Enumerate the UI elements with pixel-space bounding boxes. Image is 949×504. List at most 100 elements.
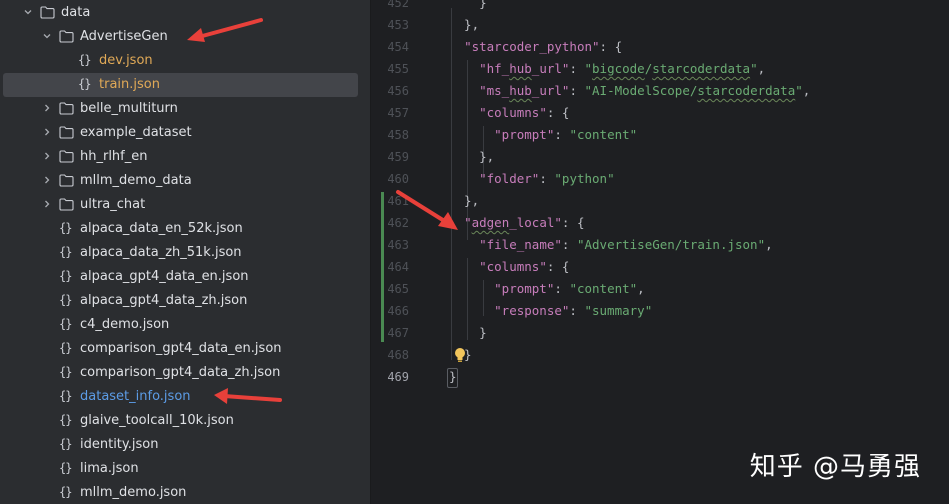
line-number: 455	[387, 62, 409, 76]
json-file-icon: {}	[59, 413, 72, 427]
code-line[interactable]: "columns": {	[449, 102, 569, 124]
tree-item-label: alpaca_gpt4_data_en.json	[80, 269, 249, 284]
code-line[interactable]: },	[449, 14, 479, 36]
line-number: 468	[387, 348, 409, 362]
line-number: 454	[387, 40, 409, 54]
line-number: 464	[387, 260, 409, 274]
json-file-icon: {}	[78, 53, 91, 67]
tree-item-label: example_dataset	[80, 125, 192, 140]
folder-icon	[59, 198, 74, 212]
tree-item-identity-json[interactable]: {} identity.json	[0, 433, 370, 457]
code-line[interactable]: "file_name": "AdvertiseGen/train.json",	[449, 234, 773, 256]
line-number: 453	[387, 18, 409, 32]
tree-item-dev-json[interactable]: {} dev.json	[0, 49, 370, 73]
code-line[interactable]: "hf_hub_url": "bigcode/starcoderdata",	[449, 58, 765, 80]
tree-item-alpaca-gpt4-data-zh-json[interactable]: {} alpaca_gpt4_data_zh.json	[0, 289, 370, 313]
tree-item-glaive-toolcall-10k-json[interactable]: {} glaive_toolcall_10k.json	[0, 409, 370, 433]
folder-icon	[59, 30, 74, 44]
tree-item-label: identity.json	[80, 437, 159, 452]
line-number: 456	[387, 84, 409, 98]
code-line[interactable]: "folder": "python"	[449, 168, 615, 190]
json-file-icon: {}	[59, 317, 72, 331]
folder-icon	[59, 174, 74, 188]
code-line[interactable]: "columns": {	[449, 256, 569, 278]
json-file-icon: {}	[59, 341, 72, 355]
tree-item-alpaca-data-zh-51k-json[interactable]: {} alpaca_data_zh_51k.json	[0, 241, 370, 265]
json-file-icon: {}	[59, 269, 72, 283]
line-number: 458	[387, 128, 409, 142]
chevron-right-icon[interactable]	[41, 198, 53, 210]
code-line[interactable]: },	[449, 146, 494, 168]
tree-item-c4-demo-json[interactable]: {} c4_demo.json	[0, 313, 370, 337]
chevron-right-icon[interactable]	[41, 126, 53, 138]
chevron-right-icon[interactable]	[41, 102, 53, 114]
code-editor[interactable]: 452 } 453 }, 454 "starcoder_python": {455 …	[371, 0, 949, 504]
tree-item-label: belle_multiturn	[80, 101, 178, 116]
json-file-icon: {}	[59, 365, 72, 379]
tree-item-label: mllm_demo.json	[80, 485, 187, 500]
chevron-down-icon[interactable]	[41, 30, 53, 42]
tree-item-label: hh_rlhf_en	[80, 149, 148, 164]
tree-item-hh-rlhf-en[interactable]: hh_rlhf_en	[0, 145, 370, 169]
tree-item-train-json[interactable]: {} train.json	[0, 73, 370, 97]
json-file-icon: {}	[59, 437, 72, 451]
chevron-right-icon[interactable]	[41, 150, 53, 162]
tree-item-comparison-gpt4-data-en-json[interactable]: {} comparison_gpt4_data_en.json	[0, 337, 370, 361]
tree-item-label: AdvertiseGen	[80, 29, 168, 44]
code-line[interactable]: }	[449, 322, 487, 344]
chevron-down-icon[interactable]	[22, 6, 34, 18]
json-file-icon: {}	[59, 461, 72, 475]
json-file-icon: {}	[59, 221, 72, 235]
tree-item-comparison-gpt4-data-zh-json[interactable]: {} comparison_gpt4_data_zh.json	[0, 361, 370, 385]
tree-item-label: dataset_info.json	[80, 389, 191, 404]
json-file-icon: {}	[59, 245, 72, 259]
json-file-icon: {}	[59, 389, 72, 403]
project-tree: data AdvertiseGen {} dev.json {} train.json be…	[0, 0, 370, 504]
tree-item-lima-json[interactable]: {} lima.json	[0, 457, 370, 481]
code-line[interactable]: "adgen_local": {	[449, 212, 584, 234]
tree-item-mllm-demo-data[interactable]: mllm_demo_data	[0, 169, 370, 193]
folder-icon	[59, 150, 74, 164]
tree-item-mllm-demo-json[interactable]: {} mllm_demo.json	[0, 481, 370, 504]
tree-item-label: glaive_toolcall_10k.json	[80, 413, 234, 428]
json-file-icon: {}	[59, 485, 72, 499]
json-file-icon: {}	[59, 293, 72, 307]
tree-item-dataset-info-json[interactable]: {} dataset_info.json	[0, 385, 370, 409]
line-number: 467	[387, 326, 409, 340]
code-line[interactable]: }	[449, 0, 487, 14]
line-number: 466	[387, 304, 409, 318]
line-number: 459	[387, 150, 409, 164]
json-file-icon: {}	[78, 77, 91, 91]
folder-icon	[59, 102, 74, 116]
tree-item-label: c4_demo.json	[80, 317, 170, 332]
tree-item-label: lima.json	[80, 461, 139, 476]
line-number: 463	[387, 238, 409, 252]
line-number: 465	[387, 282, 409, 296]
lightbulb-icon[interactable]	[454, 347, 466, 363]
code-line[interactable]: "starcoder_python": {	[449, 36, 622, 58]
matched-bracket-highlight	[447, 368, 458, 388]
tree-item-label: data	[61, 5, 91, 20]
line-number: 452	[387, 0, 409, 10]
tree-item-label: alpaca_data_zh_51k.json	[80, 245, 242, 260]
tree-item-label: ultra_chat	[80, 197, 146, 212]
code-line[interactable]: "ms_hub_url": "AI-ModelScope/starcoderda…	[449, 80, 810, 102]
arrow-annotation-dataset-info	[214, 388, 282, 404]
tree-item-belle-multiturn[interactable]: belle_multiturn	[0, 97, 370, 121]
tree-item-label: comparison_gpt4_data_zh.json	[80, 365, 281, 380]
tree-item-label: train.json	[99, 77, 160, 92]
arrow-annotation-adgen-local	[396, 190, 458, 230]
tree-item-ultra-chat[interactable]: ultra_chat	[0, 193, 370, 217]
tree-item-alpaca-data-en-52k-json[interactable]: {} alpaca_data_en_52k.json	[0, 217, 370, 241]
tree-item-alpaca-gpt4-data-en-json[interactable]: {} alpaca_gpt4_data_en.json	[0, 265, 370, 289]
tree-item-label: alpaca_data_en_52k.json	[80, 221, 243, 236]
folder-icon	[40, 6, 55, 20]
code-line[interactable]: "prompt": "content",	[449, 278, 645, 300]
chevron-right-icon[interactable]	[41, 174, 53, 186]
tree-item-label: comparison_gpt4_data_en.json	[80, 341, 282, 356]
folder-icon	[59, 126, 74, 140]
tree-item-example-dataset[interactable]: example_dataset	[0, 121, 370, 145]
code-line[interactable]: "prompt": "content"	[449, 124, 637, 146]
tree-item-label: mllm_demo_data	[80, 173, 192, 188]
code-line[interactable]: "response": "summary"	[449, 300, 652, 322]
